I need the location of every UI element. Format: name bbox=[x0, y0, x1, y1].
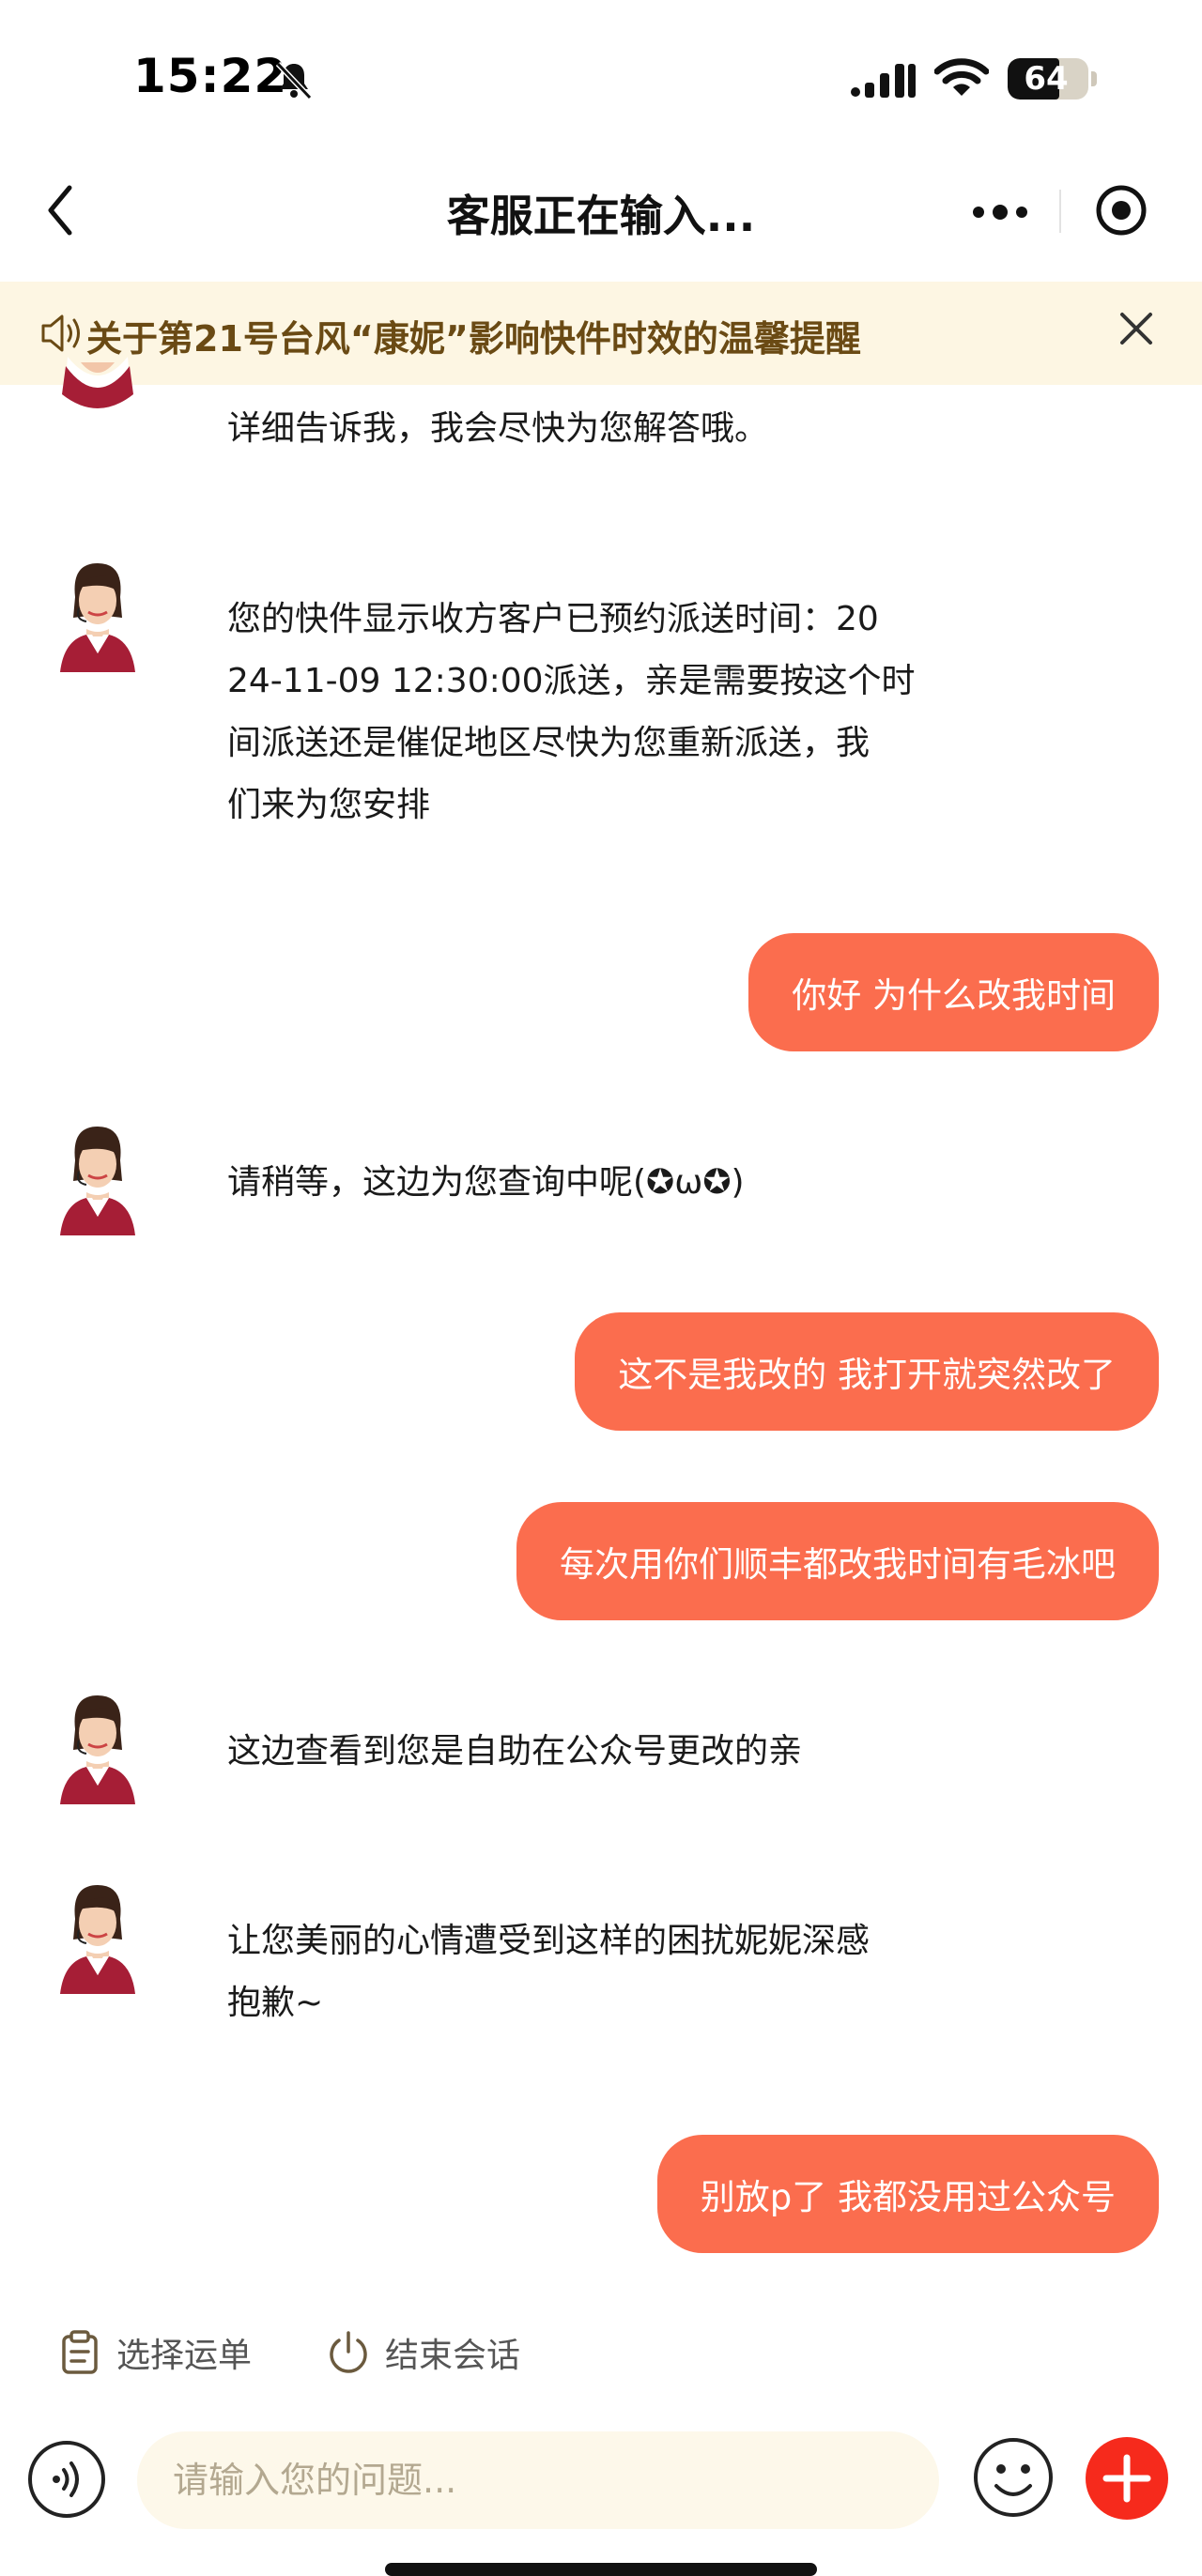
back-icon[interactable] bbox=[39, 182, 83, 238]
battery-level: 64 bbox=[1024, 60, 1069, 98]
user-message-bubble: 别放p了 我都没用过公众号 bbox=[656, 2135, 1159, 2253]
clipboard-icon bbox=[62, 2330, 98, 2374]
agent-avatar bbox=[62, 357, 133, 422]
notice-text: 关于第21号台风“康妮”影响快件时效的温馨提醒 bbox=[86, 318, 861, 360]
speaker-icon bbox=[41, 314, 80, 352]
agent-message-text: 详细告诉我，我会尽快为您解答哦。 bbox=[227, 409, 769, 448]
message-line: 让您美丽的心情遭受到这样的困扰妮妮深感 bbox=[227, 1922, 871, 1960]
voice-input-icon[interactable] bbox=[26, 2439, 107, 2520]
select-waybill-button[interactable]: 选择运单 bbox=[56, 2324, 252, 2381]
message-line: 24-11-09 12:30:00派送，亲是需要按这个时 bbox=[227, 662, 916, 700]
wifi-icon bbox=[934, 58, 989, 96]
message-line: 们来为您安排 bbox=[227, 786, 431, 824]
plus-icon bbox=[1102, 2454, 1151, 2503]
nav-divider bbox=[1059, 190, 1061, 233]
agent-message-text: 请稍等，这边为您查询中呢(✪ω✪) bbox=[227, 1163, 745, 1202]
agent-message-text: 让您美丽的心情遭受到这样的困扰妮妮深感 抱歉~ bbox=[227, 1910, 941, 2034]
agent-avatar bbox=[60, 1127, 135, 1235]
target-icon[interactable] bbox=[1093, 182, 1149, 238]
power-icon bbox=[330, 2331, 367, 2373]
select-waybill-label: 选择运单 bbox=[116, 2337, 253, 2375]
emoji-icon[interactable] bbox=[971, 2435, 1056, 2520]
user-message-bubble: 这不是我改的 我打开就突然改了 bbox=[575, 1312, 1159, 1431]
message-input[interactable] bbox=[137, 2431, 939, 2529]
battery-cap bbox=[1091, 71, 1097, 86]
agent-avatar bbox=[60, 563, 135, 672]
agent-avatar bbox=[60, 1885, 135, 1994]
chat-screen: 15:22 64 客服正在输入... 关于第21号台风“康妮”影响快件时效的温馨… bbox=[0, 0, 1202, 2576]
message-line: 您的快件显示收方客户已预约派送时间：20 bbox=[227, 600, 879, 638]
agent-message-text: 您的快件显示收方客户已预约派送时间：20 24-11-09 12:30:00派送… bbox=[227, 589, 941, 836]
agent-avatar bbox=[60, 1695, 135, 1804]
end-session-button[interactable]: 结束会话 bbox=[325, 2324, 520, 2381]
signal-icon bbox=[851, 64, 916, 98]
status-bar: 15:22 64 bbox=[0, 0, 1202, 150]
more-icon[interactable] bbox=[969, 193, 1031, 231]
bell-muted-icon bbox=[275, 61, 313, 100]
add-button[interactable] bbox=[1086, 2437, 1168, 2520]
nav-bar: 客服正在输入... bbox=[0, 160, 1202, 265]
message-line: 抱歉~ bbox=[227, 1984, 324, 2022]
close-icon[interactable] bbox=[1117, 310, 1155, 347]
agent-message-text: 这边查看到您是自助在公众号更改的亲 bbox=[227, 1732, 803, 1771]
user-message-bubble: 每次用你们顺丰都改我时间有毛冰吧 bbox=[516, 1502, 1159, 1620]
notice-banner[interactable]: 关于第21号台风“康妮”影响快件时效的温馨提醒 bbox=[0, 282, 1202, 385]
message-line: 间派送还是催促地区尽快为您重新派送，我 bbox=[227, 724, 871, 762]
status-time: 15:22 bbox=[133, 49, 288, 103]
battery-icon: 64 bbox=[1008, 58, 1088, 100]
end-session-label: 结束会话 bbox=[385, 2337, 521, 2375]
user-message-bubble: 你好 为什么改我时间 bbox=[748, 933, 1159, 1051]
home-indicator bbox=[385, 2563, 817, 2576]
page-title: 客服正在输入... bbox=[446, 191, 756, 241]
